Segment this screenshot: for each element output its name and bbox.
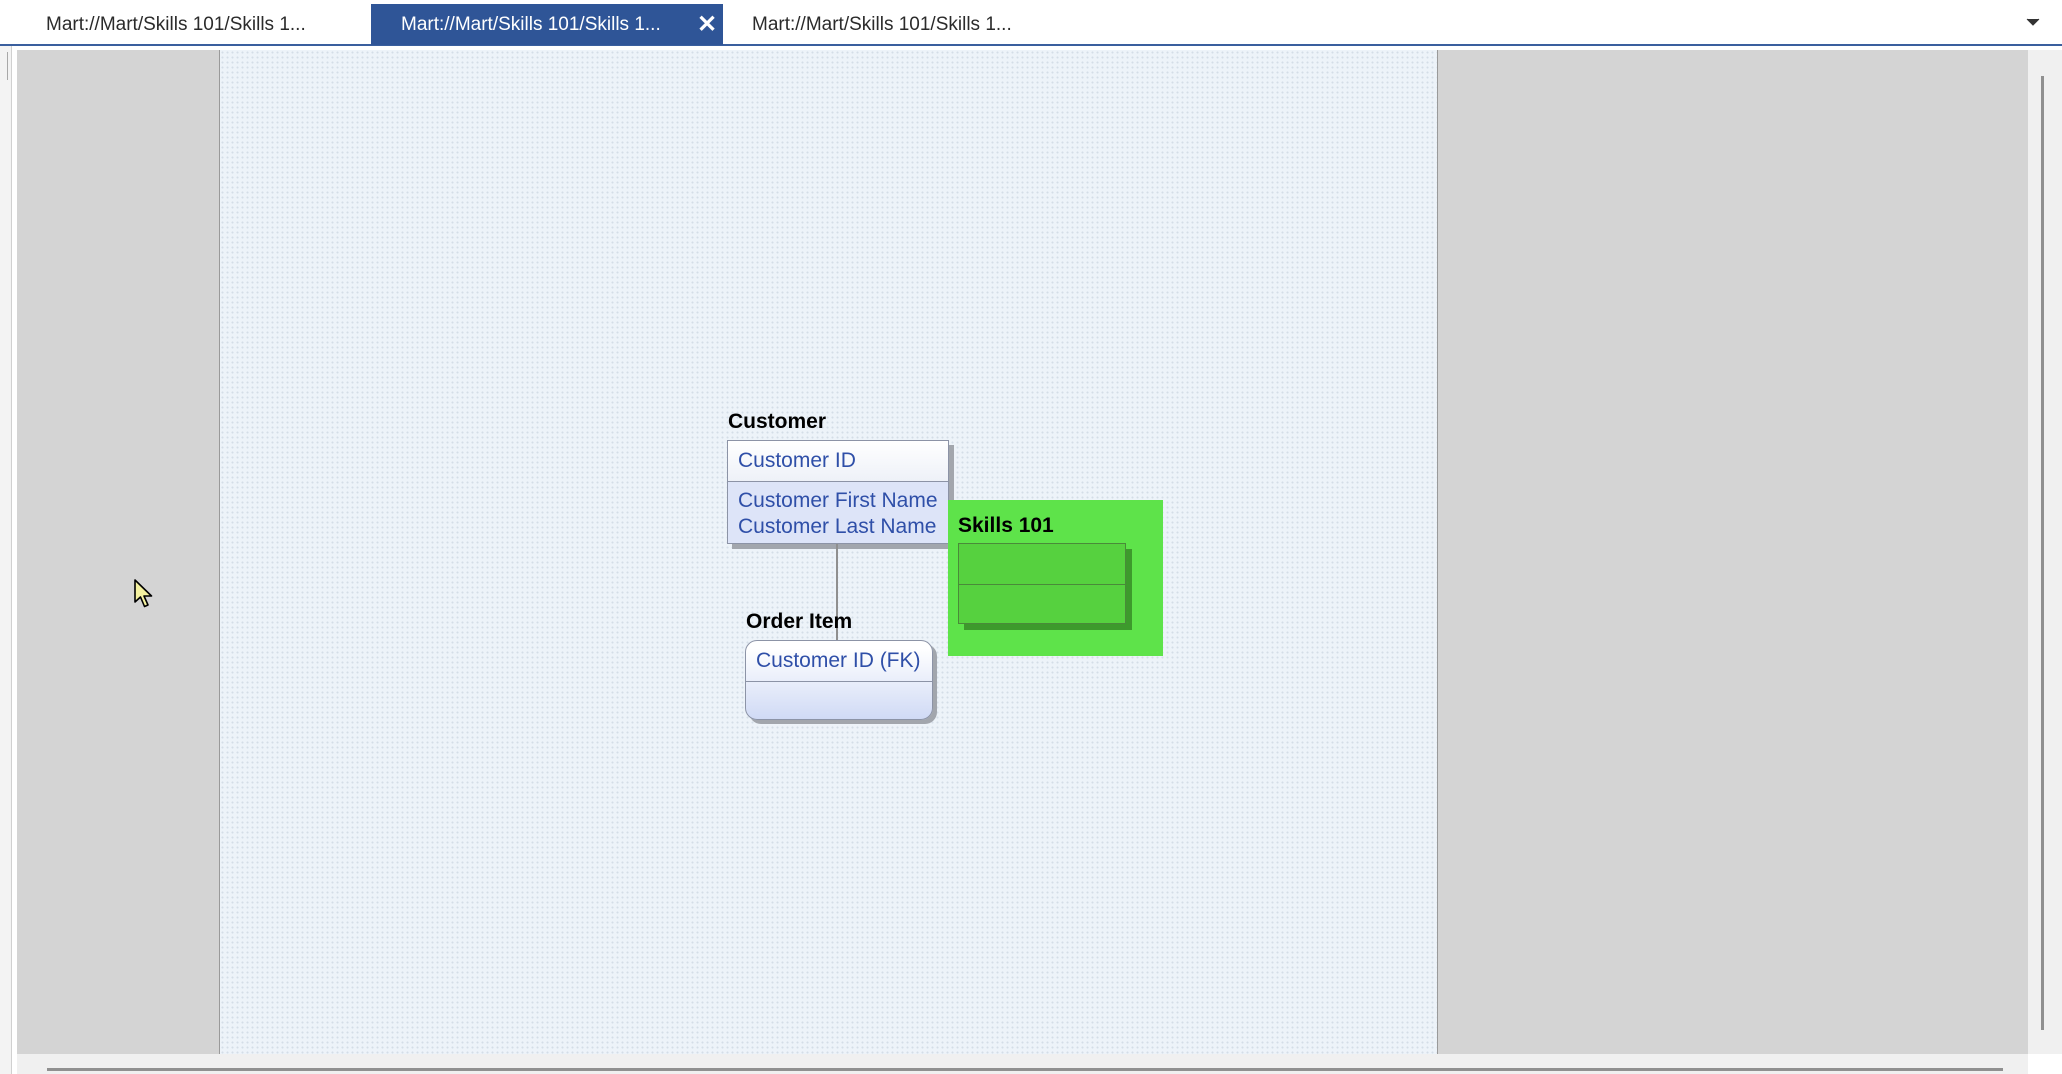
tab-label: Mart://Mart/Skills 101/Skills 1...	[752, 13, 1012, 35]
order-item-key-area: Customer ID (FK)	[746, 641, 932, 682]
tab-document-1[interactable]: Mart://Mart/Skills 101/Skills 1...	[16, 4, 356, 45]
customer-first-name-attribute[interactable]: Customer First Name	[728, 488, 948, 514]
vertical-scrollbar[interactable]	[2028, 50, 2062, 1054]
diagram-viewport[interactable]: Customer Customer ID Customer First Name…	[17, 50, 2028, 1054]
order-item-customer-id-fk-attribute[interactable]: Customer ID (FK)	[746, 648, 932, 674]
tab-label: Mart://Mart/Skills 101/Skills 1...	[46, 13, 306, 35]
customer-entity[interactable]: Customer ID Customer First Name Customer…	[727, 440, 949, 544]
tab-list-dropdown-icon[interactable]	[2022, 12, 2044, 32]
left-gutter	[0, 46, 12, 1074]
order-item-entity[interactable]: Customer ID (FK)	[745, 640, 933, 720]
customer-entity-title[interactable]: Customer	[728, 410, 826, 434]
customer-id-attribute[interactable]: Customer ID	[728, 448, 948, 474]
diagram-page[interactable]: Customer Customer ID Customer First Name…	[219, 50, 1438, 1054]
customer-last-name-attribute[interactable]: Customer Last Name	[728, 514, 948, 540]
tab-document-2-active[interactable]: Mart://Mart/Skills 101/Skills 1... ✕	[371, 4, 723, 45]
mouse-cursor-icon	[134, 579, 153, 608]
subject-area-divider	[959, 584, 1125, 585]
order-item-entity-title[interactable]: Order Item	[746, 610, 852, 634]
subject-area-title[interactable]: Skills 101	[958, 514, 1054, 538]
horizontal-scrollbar[interactable]	[17, 1054, 2028, 1074]
customer-non-key-area: Customer First Name Customer Last Name	[728, 482, 948, 540]
customer-key-area: Customer ID	[728, 441, 948, 482]
document-tab-strip: Mart://Mart/Skills 101/Skills 1... Mart:…	[0, 0, 2062, 46]
horizontal-scrollbar-thumb[interactable]	[47, 1068, 2003, 1071]
tab-label: Mart://Mart/Skills 101/Skills 1...	[401, 13, 661, 35]
close-tab-icon[interactable]: ✕	[693, 4, 721, 45]
subject-area-skills-101[interactable]: Skills 101	[948, 500, 1163, 656]
tab-document-3[interactable]: Mart://Mart/Skills 101/Skills 1...	[722, 4, 1062, 45]
subject-area-entity-box[interactable]	[958, 543, 1126, 624]
gutter-marker	[0, 52, 8, 80]
vertical-scrollbar-thumb[interactable]	[2041, 76, 2044, 1030]
